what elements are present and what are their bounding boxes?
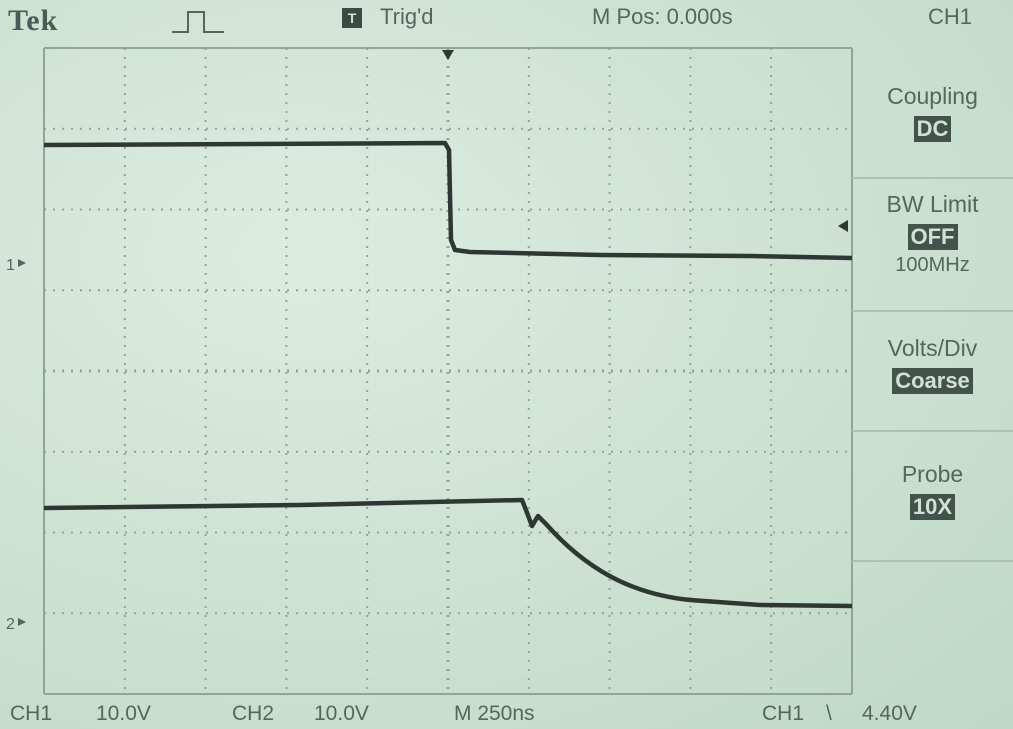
menu-bw-limit-sub: 100MHz — [895, 254, 970, 276]
menu-coupling-label: Coupling — [887, 83, 978, 109]
trigger-position-marker-icon — [442, 50, 454, 60]
menu-probe-label: Probe — [901, 461, 964, 487]
menu-divider — [852, 560, 1013, 562]
ch1-label: CH1 — [10, 702, 53, 725]
menu-coupling[interactable]: Coupling DC — [852, 82, 1013, 142]
menu-probe-value: 10X — [909, 494, 956, 520]
ch2-ground-marker: 2 — [6, 616, 15, 633]
menu-bw-limit-label: BW Limit — [886, 191, 979, 217]
menu-volts-div-label: Volts/Div — [887, 335, 978, 361]
menu-divider — [852, 430, 1013, 432]
trigger-level: 4.40V — [862, 702, 917, 725]
ch2-scale: 10.0V — [314, 702, 369, 725]
menu-title: CH1 — [928, 4, 973, 29]
ch1-scale: 10.0V — [96, 702, 151, 725]
bottom-status-bar: CH1 10.0V CH2 10.0V M 250ns CH1 \ 4.40V — [0, 696, 1013, 729]
main-position: M Pos: 0.000s — [592, 4, 733, 29]
oscilloscope-screen: 1 2 Tek T Trig'd M Pos: 0.000s CH1 Coupl… — [0, 0, 1013, 729]
trigger-status: Trig'd — [380, 4, 434, 29]
menu-divider — [852, 310, 1013, 312]
pulse-waveform-icon — [170, 6, 226, 43]
ch1-ground-marker: 1 — [6, 257, 15, 274]
menu-volts-div-value: Coarse — [892, 368, 973, 394]
menu-bw-limit[interactable]: BW Limit OFF 100MHz — [852, 190, 1013, 277]
trigger-source: CH1 — [762, 702, 805, 725]
trigger-status-icon: T — [342, 8, 362, 28]
trigger-slope-icon: \ — [826, 702, 832, 725]
menu-bw-limit-value: OFF — [907, 224, 958, 250]
ch1-trace — [43, 140, 853, 261]
trigger-level-marker-icon — [838, 220, 848, 232]
menu-divider — [852, 177, 1013, 179]
ch2-label: CH2 — [232, 702, 275, 725]
timebase: M 250ns — [454, 702, 535, 725]
ch1-ground-arrow-icon — [18, 259, 26, 267]
menu-volts-div[interactable]: Volts/Div Coarse — [852, 334, 1013, 394]
side-menu: Coupling DC BW Limit OFF 100MHz Volts/Di… — [852, 42, 1013, 702]
ch2-ground-arrow-icon — [18, 618, 26, 626]
menu-coupling-value: DC — [913, 116, 952, 142]
tek-logo: Tek — [8, 4, 59, 37]
top-status-bar: Tek T Trig'd M Pos: 0.000s CH1 — [0, 0, 1013, 44]
menu-probe[interactable]: Probe 10X — [852, 460, 1013, 520]
